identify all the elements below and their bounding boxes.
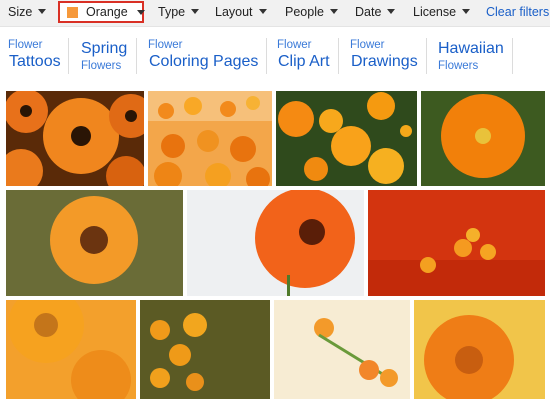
divider <box>68 38 69 74</box>
divider <box>426 38 427 74</box>
divider <box>266 38 267 74</box>
type-filter-label: Type <box>158 5 186 19</box>
suggestion-qualifier: Flower <box>148 39 183 51</box>
suggestion-term: Coloring Pages <box>149 53 259 70</box>
layout-filter[interactable]: Layout <box>215 5 267 19</box>
suggestion-qualifier: Flowers <box>81 60 122 72</box>
suggestion-qualifier: Flowers <box>438 60 479 72</box>
image-result[interactable] <box>187 190 364 296</box>
orange-gerbera-photo <box>6 190 183 296</box>
suggestion-flower-coloring-pages[interactable]: Flower Coloring Pages <box>148 37 258 75</box>
color-filter-selected[interactable]: Orange <box>58 1 145 23</box>
people-filter-label: People <box>285 5 324 19</box>
suggestion-term: Drawings <box>351 53 418 70</box>
suggestion-term: Tattoos <box>9 53 61 70</box>
suggestion-hawaiian-flowers[interactable]: Hawaiian Flowers <box>438 37 508 75</box>
chevron-down-icon <box>38 9 47 15</box>
chevron-down-icon <box>462 9 471 15</box>
size-filter-label: Size <box>8 5 33 19</box>
chevron-down-icon <box>191 9 200 15</box>
suggestion-term: Clip Art <box>278 53 330 70</box>
size-filter[interactable]: Size <box>8 5 47 19</box>
chevron-down-icon <box>137 10 145 15</box>
layout-filter-label: Layout <box>215 5 253 19</box>
suggestion-qualifier: Flower <box>8 39 43 51</box>
suggestion-spring-flowers[interactable]: Spring Flowers <box>81 37 131 75</box>
suggestion-flower-drawings[interactable]: Flower Drawings <box>350 37 418 75</box>
image-result[interactable] <box>421 91 545 186</box>
image-result[interactable] <box>6 91 144 186</box>
orange-flower-field-photo <box>148 91 272 186</box>
date-filter[interactable]: Date <box>355 5 396 19</box>
type-filter[interactable]: Type <box>158 5 200 19</box>
suggestion-qualifier: Flower <box>277 39 312 51</box>
suggestion-term: Spring <box>81 40 128 57</box>
date-filter-label: Date <box>355 5 382 19</box>
image-result[interactable] <box>6 190 183 296</box>
clear-filters-link[interactable]: Clear filters <box>486 5 549 19</box>
orange-cosmos-photo <box>421 91 545 186</box>
orange-wallflowers-photo <box>140 300 270 399</box>
orange-flowers-bouquet-photo <box>274 300 410 399</box>
orange-daisies-photo <box>6 91 144 186</box>
orange-daisy-closeup-photo <box>6 300 136 399</box>
color-swatch-icon <box>67 7 78 18</box>
divider <box>512 38 513 74</box>
orange-gerbera-white-bg-photo <box>187 190 364 296</box>
orange-gerbera-yellow-bg-photo <box>414 300 545 399</box>
orange-flowers-red-bg-photo <box>368 190 545 296</box>
chevron-down-icon <box>258 9 267 15</box>
image-result[interactable] <box>6 300 136 399</box>
license-filter[interactable]: License <box>413 5 471 19</box>
chevron-down-icon <box>387 9 396 15</box>
suggestion-flower-tattoos[interactable]: Flower Tattoos <box>8 37 68 75</box>
suggestion-flower-clip-art[interactable]: Flower Clip Art <box>277 37 332 75</box>
image-result[interactable] <box>368 190 545 296</box>
suggestion-qualifier: Flower <box>350 39 385 51</box>
color-filter-label: Orange <box>86 5 128 19</box>
image-result[interactable] <box>140 300 270 399</box>
license-filter-label: License <box>413 5 457 19</box>
image-result[interactable] <box>148 91 272 186</box>
chevron-down-icon <box>329 9 338 15</box>
image-result[interactable] <box>414 300 545 399</box>
image-result[interactable] <box>276 91 417 186</box>
people-filter[interactable]: People <box>285 5 338 19</box>
divider <box>338 38 339 74</box>
image-result[interactable] <box>274 300 410 399</box>
suggestion-term: Hawaiian <box>438 40 504 57</box>
orange-poppies-photo <box>276 91 417 186</box>
divider <box>136 38 137 74</box>
filter-bar: Size Orange Type Layout People Date Lice… <box>0 0 550 27</box>
